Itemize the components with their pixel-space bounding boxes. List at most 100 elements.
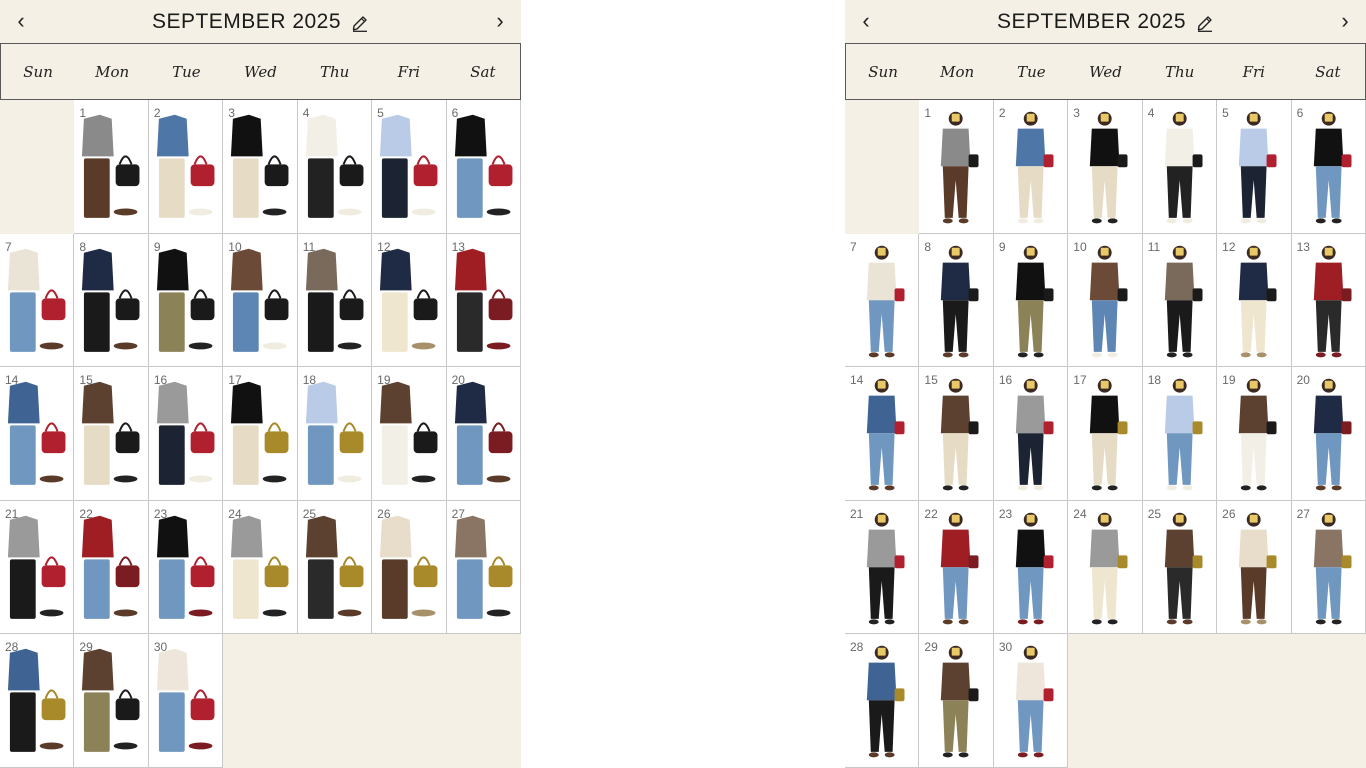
shoe xyxy=(188,475,213,483)
day-cell[interactable]: 28 xyxy=(845,634,920,768)
day-cell[interactable]: 27 xyxy=(1291,500,1366,635)
day-cell[interactable]: 20 xyxy=(1291,367,1366,501)
day-cell[interactable]: 18 xyxy=(297,367,373,501)
day-number: 2 xyxy=(153,106,161,120)
day-cell[interactable]: 9 xyxy=(148,233,224,368)
shoe xyxy=(411,208,436,216)
day-cell[interactable]: 15 xyxy=(919,367,994,501)
day-cell[interactable]: 2 xyxy=(148,100,224,234)
day-cell[interactable]: 28 xyxy=(0,634,75,768)
phone xyxy=(1026,648,1035,657)
day-cell[interactable]: 13 xyxy=(1291,233,1366,368)
bottom-garment xyxy=(1166,299,1193,352)
day-cell[interactable]: 30 xyxy=(148,634,224,768)
day-cell[interactable]: 7 xyxy=(0,233,75,368)
day-cell[interactable]: 1 xyxy=(919,100,994,234)
day-cell[interactable]: 3 xyxy=(223,100,298,234)
shoe xyxy=(868,752,879,758)
phone xyxy=(952,514,961,523)
day-cell[interactable]: 30 xyxy=(993,634,1069,768)
day-cell[interactable]: 15 xyxy=(74,367,149,501)
day-cell[interactable]: 10 xyxy=(223,233,298,368)
day-cell[interactable]: 17 xyxy=(223,367,298,501)
day-cell[interactable]: 10 xyxy=(1068,233,1143,368)
bottom-garment xyxy=(307,425,334,486)
top-garment xyxy=(1015,128,1046,167)
day-cell[interactable]: 29 xyxy=(74,634,149,768)
day-cell[interactable]: 14 xyxy=(845,367,920,501)
day-cell[interactable]: 9 xyxy=(993,233,1069,368)
day-cell[interactable]: 2 xyxy=(993,100,1069,234)
day-cell[interactable]: 6 xyxy=(446,100,521,234)
top-garment xyxy=(7,649,40,691)
day-cell[interactable]: 20 xyxy=(446,367,521,501)
top-garment xyxy=(1164,395,1195,434)
top-garment xyxy=(454,381,487,424)
day-cell[interactable]: 16 xyxy=(148,367,224,501)
day-cell[interactable]: 6 xyxy=(1291,100,1366,234)
day-cell[interactable]: 23 xyxy=(148,500,224,635)
day-cell[interactable]: 26 xyxy=(1217,500,1292,635)
chevron-right-icon[interactable]: › xyxy=(1330,6,1360,36)
bottom-garment xyxy=(9,692,36,753)
chevron-right-icon[interactable]: › xyxy=(485,6,515,36)
day-cell[interactable]: 11 xyxy=(297,233,373,368)
pencil-icon[interactable] xyxy=(1196,12,1214,32)
phone xyxy=(877,247,886,256)
top-garment xyxy=(941,395,971,434)
bottom-garment xyxy=(1315,567,1342,619)
pencil-icon[interactable] xyxy=(351,12,369,32)
day-cell[interactable]: 21 xyxy=(0,500,75,635)
day-cell[interactable]: 8 xyxy=(919,233,994,368)
day-cell[interactable]: 27 xyxy=(446,500,521,635)
bottom-garment xyxy=(943,700,970,753)
top-garment xyxy=(1313,395,1344,434)
day-cell[interactable]: 13 xyxy=(446,233,521,368)
day-cell[interactable]: 12 xyxy=(1217,233,1292,368)
bag xyxy=(1192,421,1203,435)
day-cell[interactable]: 23 xyxy=(993,500,1069,635)
day-number: 24 xyxy=(228,506,242,521)
shoe xyxy=(1256,485,1267,491)
day-cell[interactable]: 25 xyxy=(1142,500,1218,635)
day-cell[interactable]: 22 xyxy=(74,500,149,635)
day-cell[interactable]: 3 xyxy=(1068,100,1143,234)
top-garment xyxy=(156,381,189,424)
bag xyxy=(1341,555,1352,569)
day-cell[interactable]: 1 xyxy=(74,100,149,234)
day-cell[interactable]: 16 xyxy=(993,367,1069,501)
bag xyxy=(413,431,438,454)
shoe xyxy=(1331,218,1342,224)
day-cell[interactable]: 5 xyxy=(372,100,447,234)
shoe xyxy=(1256,218,1267,224)
bag-handle xyxy=(416,422,431,432)
day-cell[interactable]: 11 xyxy=(1142,233,1218,368)
day-cell[interactable]: 18 xyxy=(1142,367,1218,501)
day-cell[interactable]: 17 xyxy=(1068,367,1143,501)
day-number: 27 xyxy=(1296,506,1310,521)
day-cell[interactable]: 24 xyxy=(223,500,298,635)
day-cell[interactable]: 4 xyxy=(297,100,373,234)
day-cell[interactable]: 19 xyxy=(1217,367,1292,501)
day-cell[interactable]: 14 xyxy=(0,367,75,501)
bag xyxy=(264,431,289,454)
day-number: 8 xyxy=(79,239,87,254)
day-cell[interactable]: 12 xyxy=(372,233,447,368)
day-cell[interactable]: 4 xyxy=(1142,100,1218,234)
day-cell[interactable]: 8 xyxy=(74,233,149,368)
bag-handle xyxy=(193,422,208,432)
phone xyxy=(1026,113,1035,122)
day-cell[interactable]: 5 xyxy=(1217,100,1292,234)
top-garment xyxy=(1090,395,1120,434)
day-cell[interactable]: 19 xyxy=(372,367,447,501)
day-cell[interactable]: 7 xyxy=(845,233,920,368)
day-cell[interactable]: 26 xyxy=(372,500,447,635)
bag xyxy=(488,297,513,320)
shoe xyxy=(1182,351,1193,357)
day-cell[interactable]: 22 xyxy=(919,500,994,635)
day-cell[interactable]: 29 xyxy=(919,634,994,768)
day-number: 6 xyxy=(451,106,459,120)
day-cell[interactable]: 24 xyxy=(1068,500,1143,635)
day-cell[interactable]: 25 xyxy=(297,500,373,635)
day-cell[interactable]: 21 xyxy=(845,500,920,635)
